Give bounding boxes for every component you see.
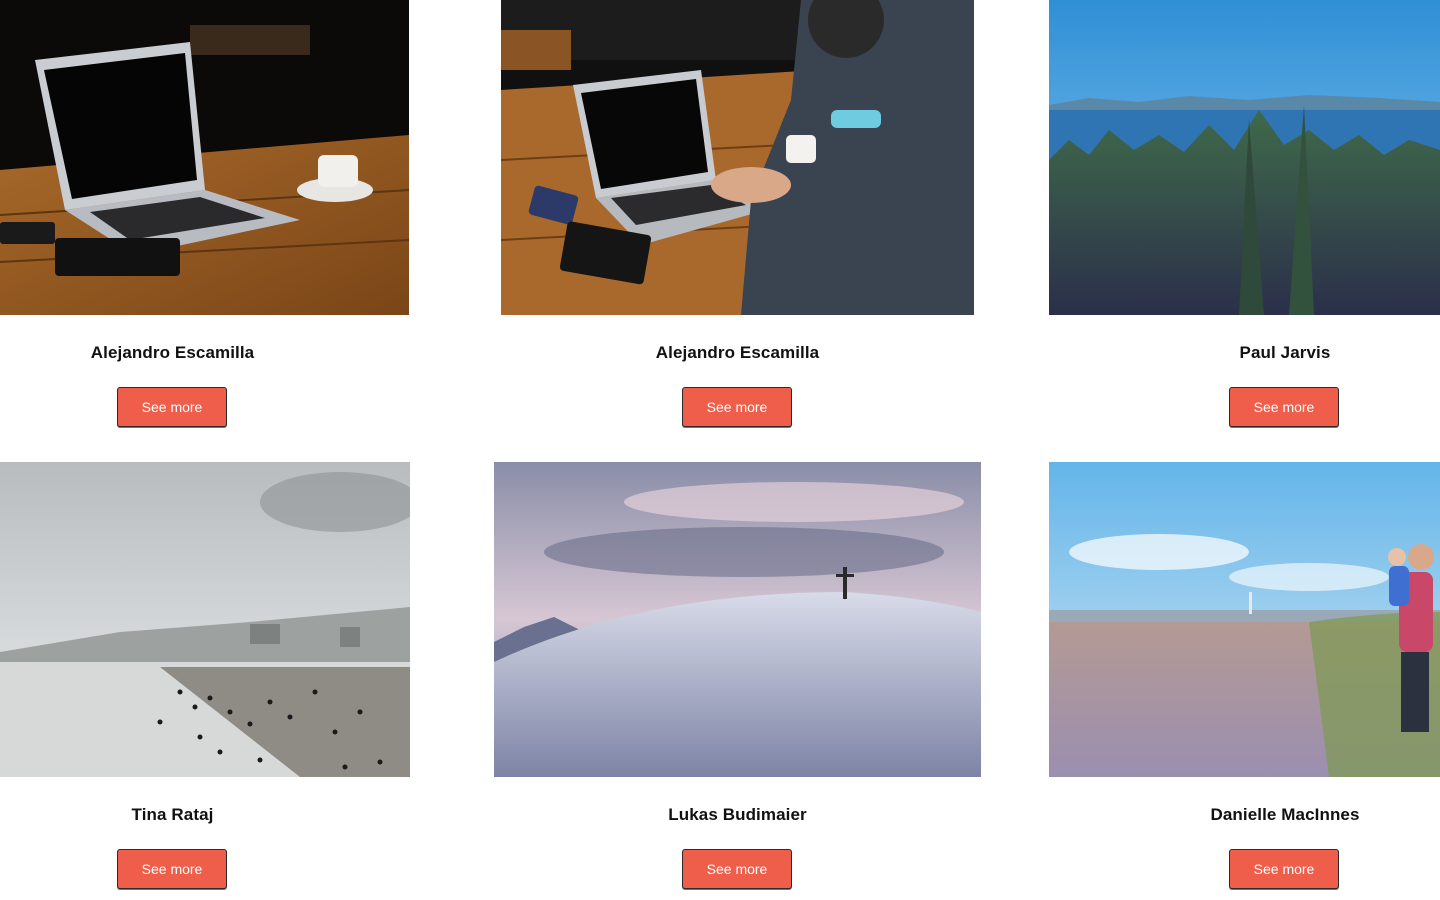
author-name: Paul Jarvis: [1239, 343, 1331, 362]
see-more-button[interactable]: See more: [117, 387, 227, 427]
gallery-card: Tina Rataj See more: [0, 462, 410, 900]
gallery-card: Alejandro Escamilla See more: [0, 0, 409, 462]
author-name: Lukas Budimaier: [668, 805, 807, 824]
snowy-mountain-cross-photo[interactable]: [494, 462, 981, 777]
person-typing-laptop-photo[interactable]: [501, 0, 974, 315]
see-more-button[interactable]: See more: [682, 387, 792, 427]
photo-gallery: Alejandro Escamilla See more Alejandro E…: [0, 0, 1440, 900]
gallery-card: Danielle MacInnes See more: [1049, 462, 1440, 900]
author-name: Tina Rataj: [131, 805, 214, 824]
beach-crowd-photo[interactable]: [0, 462, 410, 777]
author-name: Alejandro Escamilla: [655, 343, 820, 362]
see-more-button[interactable]: See more: [682, 849, 792, 889]
gallery-card: Lukas Budimaier See more: [470, 462, 1005, 900]
see-more-button[interactable]: See more: [1229, 849, 1339, 889]
gallery-card: Alejandro Escamilla See more: [470, 0, 1005, 462]
gallery-card: Paul Jarvis See more: [1049, 0, 1440, 462]
beach-father-child-photo[interactable]: [1049, 462, 1440, 777]
laptop-on-desk-photo[interactable]: [0, 0, 409, 315]
author-name: Danielle MacInnes: [1210, 805, 1360, 824]
see-more-button[interactable]: See more: [117, 849, 227, 889]
forest-lake-photo[interactable]: [1049, 0, 1440, 315]
see-more-button[interactable]: See more: [1229, 387, 1339, 427]
author-name: Alejandro Escamilla: [90, 343, 255, 362]
